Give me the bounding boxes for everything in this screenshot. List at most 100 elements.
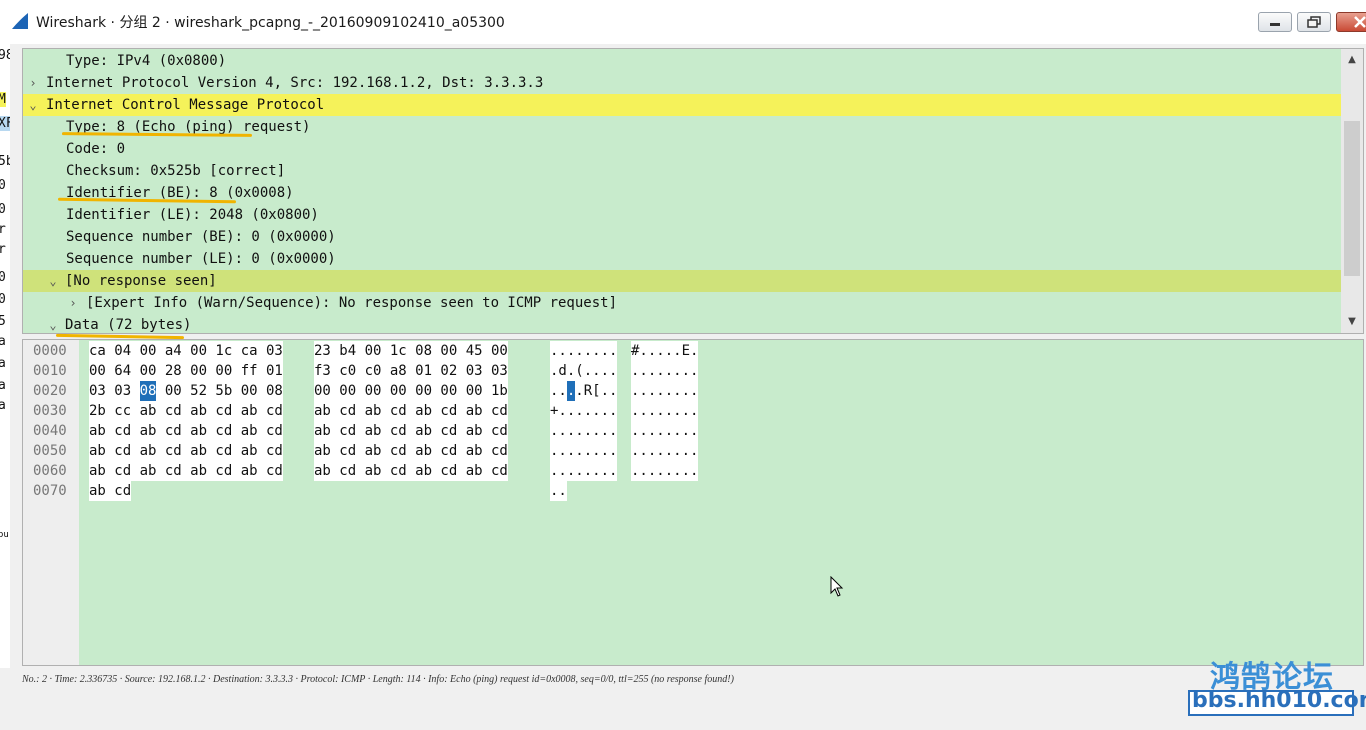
- packet-list-fragment: M: [0, 92, 6, 107]
- byte-offset: 0070: [33, 483, 67, 499]
- packet-list-fragment: 98: [0, 48, 10, 63]
- tree-row[interactable]: Sequence number (BE): 0 (0x0000): [23, 226, 1341, 248]
- tree-row-label: Checksum: 0x525b [correct]: [66, 163, 286, 179]
- watermark-url: bbs.hh010.com: [1192, 688, 1366, 713]
- packet-list-fragment: a: [0, 378, 6, 393]
- scroll-up-icon[interactable]: ▲: [1341, 49, 1363, 71]
- tree-row-label: Sequence number (BE): 0 (0x0000): [66, 229, 336, 245]
- tree-row[interactable]: Checksum: 0x525b [correct]: [23, 160, 1341, 182]
- packet-list-fragment: 5b: [0, 154, 10, 169]
- byte-offset: 0050: [33, 443, 67, 459]
- tree-row-label: Data (72 bytes): [65, 317, 192, 333]
- ascii-bytes[interactable]: ........: [550, 441, 618, 461]
- mouse-pointer-icon: [830, 576, 844, 597]
- ascii-bytes[interactable]: ........: [550, 421, 618, 441]
- minimize-button[interactable]: [1258, 12, 1292, 32]
- ascii-bytes[interactable]: ....R[..: [550, 381, 618, 401]
- status-text: No.: 2 · Time: 2.336735 · Source: 192.16…: [22, 674, 734, 685]
- tree-row-label: Code: 0: [66, 141, 126, 157]
- expand-arrow-icon[interactable]: ›: [27, 72, 39, 94]
- packet-list-fragment: r: [0, 242, 6, 257]
- tree-row-label: Internet Protocol Version 4, Src: 192.16…: [46, 75, 544, 91]
- hex-bytes[interactable]: 00 00 00 00 00 00 00 1b: [314, 381, 508, 401]
- wireshark-fin-icon: [12, 13, 28, 29]
- collapse-arrow-icon[interactable]: ⌄: [47, 314, 59, 333]
- tree-row[interactable]: Type: IPv4 (0x0800): [23, 50, 1341, 72]
- hex-bytes[interactable]: ab cd ab cd ab cd ab cd: [314, 401, 508, 421]
- byte-offset: 0000: [33, 343, 67, 359]
- packet-list-fragment: ou: [0, 530, 9, 540]
- tree-row[interactable]: › [Expert Info (Warn/Sequence): No respon…: [23, 292, 1341, 314]
- scroll-thumb[interactable]: [1344, 121, 1360, 276]
- packet-list-edge: 98 M XF 5b 0 0 r r 0 0 5 a a a a ou: [0, 44, 10, 730]
- tree-row-label: Type: IPv4 (0x0800): [66, 53, 227, 69]
- scroll-down-icon[interactable]: ▼: [1341, 311, 1363, 333]
- hex-bytes[interactable]: 2b cc ab cd ab cd ab cd: [89, 401, 283, 421]
- tree-row-label: Internet Control Message Protocol: [46, 97, 325, 113]
- status-bar: No.: 2 · Time: 2.336735 · Source: 192.16…: [0, 668, 1366, 730]
- hex-bytes[interactable]: ab cd ab cd ab cd ab cd: [314, 461, 508, 481]
- ascii-bytes[interactable]: ........: [631, 461, 699, 481]
- hex-bytes[interactable]: ca 04 00 a4 00 1c ca 03: [89, 341, 283, 361]
- tree-row[interactable]: ⌄ Internet Control Message Protocol: [23, 94, 1341, 116]
- restore-icon: [1307, 16, 1321, 28]
- tree-row-label: [Expert Info (Warn/Sequence): No respons…: [86, 295, 618, 311]
- tree-row[interactable]: › Internet Protocol Version 4, Src: 192.1…: [23, 72, 1341, 94]
- tree-row[interactable]: Identifier (LE): 2048 (0x0800): [23, 204, 1341, 226]
- packet-list-fragment: 5: [0, 314, 6, 329]
- ascii-bytes[interactable]: ........: [631, 381, 699, 401]
- tree-row[interactable]: ⌄ [No response seen]: [23, 270, 1341, 292]
- ascii-bytes[interactable]: ..: [550, 481, 567, 501]
- tree-row[interactable]: Sequence number (LE): 0 (0x0000): [23, 248, 1341, 270]
- hex-bytes[interactable]: ab cd ab cd ab cd ab cd: [89, 421, 283, 441]
- tree-row-label: Identifier (LE): 2048 (0x0800): [66, 207, 319, 223]
- selected-ascii-byte[interactable]: .: [566, 381, 576, 401]
- expand-arrow-icon[interactable]: ›: [67, 292, 79, 314]
- ascii-bytes[interactable]: .d.(....: [550, 361, 618, 381]
- packet-list-fragment: 0: [0, 202, 6, 217]
- ascii-bytes[interactable]: ........: [631, 361, 699, 381]
- minimize-icon: [1270, 23, 1280, 26]
- byte-offset: 0060: [33, 463, 67, 479]
- packet-list-fragment: XF: [0, 116, 10, 131]
- ascii-bytes[interactable]: ........: [550, 461, 618, 481]
- title-bar: Wireshark · 分组 2 · wireshark_pcapng_-_20…: [0, 0, 1366, 44]
- packet-list-fragment: a: [0, 398, 6, 413]
- packet-list-fragment: r: [0, 222, 6, 237]
- packet-list-fragment: 0: [0, 178, 6, 193]
- hex-bytes[interactable]: ab cd ab cd ab cd ab cd: [89, 461, 283, 481]
- ascii-bytes[interactable]: ........: [550, 341, 618, 361]
- hex-bytes[interactable]: f3 c0 c0 a8 01 02 03 03: [314, 361, 508, 381]
- hex-bytes[interactable]: 03 03 08 00 52 5b 00 08: [89, 381, 283, 401]
- packet-details-pane[interactable]: ⌄ Data (72 bytes) › [Expert Info (Warn/Sequ…: [22, 48, 1364, 334]
- tree-row[interactable]: Code: 0: [23, 138, 1341, 160]
- collapse-arrow-icon[interactable]: ⌄: [47, 270, 59, 292]
- hex-bytes[interactable]: 23 b4 00 1c 08 00 45 00: [314, 341, 508, 361]
- close-button[interactable]: [1336, 12, 1366, 32]
- tree-row-label: Sequence number (LE): 0 (0x0000): [66, 251, 336, 267]
- hex-bytes[interactable]: ab cd ab cd ab cd ab cd: [89, 441, 283, 461]
- window-title: Wireshark · 分组 2 · wireshark_pcapng_-_20…: [36, 15, 505, 31]
- ascii-bytes[interactable]: ........: [631, 401, 699, 421]
- byte-offset: 0010: [33, 363, 67, 379]
- ascii-bytes[interactable]: #.....E.: [631, 341, 699, 361]
- hex-bytes[interactable]: 00 64 00 28 00 00 ff 01: [89, 361, 283, 381]
- packet-list-fragment: 0: [0, 270, 6, 285]
- ascii-bytes[interactable]: ........: [631, 441, 699, 461]
- byte-offset: 0030: [33, 403, 67, 419]
- hex-bytes[interactable]: ab cd: [89, 481, 132, 501]
- packet-list-fragment: a: [0, 356, 6, 371]
- tree-row[interactable]: ⌄ Data (72 bytes): [23, 314, 1341, 333]
- close-icon: [1354, 16, 1366, 28]
- byte-offset: 0040: [33, 423, 67, 439]
- restore-button[interactable]: [1297, 12, 1331, 32]
- ascii-bytes[interactable]: ........: [631, 421, 699, 441]
- ascii-bytes[interactable]: +.......: [550, 401, 618, 421]
- details-scrollbar[interactable]: ▲ ▼: [1341, 49, 1363, 333]
- hex-bytes[interactable]: ab cd ab cd ab cd ab cd: [314, 421, 508, 441]
- watermark: 鸿鹄论坛 bbs.hh010.com: [1186, 652, 1366, 720]
- packet-bytes-pane[interactable]: 0000 ca 04 00 a4 00 1c ca 03 23 b4 00 1c 0…: [22, 339, 1364, 666]
- selected-hex-byte[interactable]: 08: [139, 381, 157, 401]
- hex-bytes[interactable]: ab cd ab cd ab cd ab cd: [314, 441, 508, 461]
- collapse-arrow-icon[interactable]: ⌄: [27, 94, 39, 116]
